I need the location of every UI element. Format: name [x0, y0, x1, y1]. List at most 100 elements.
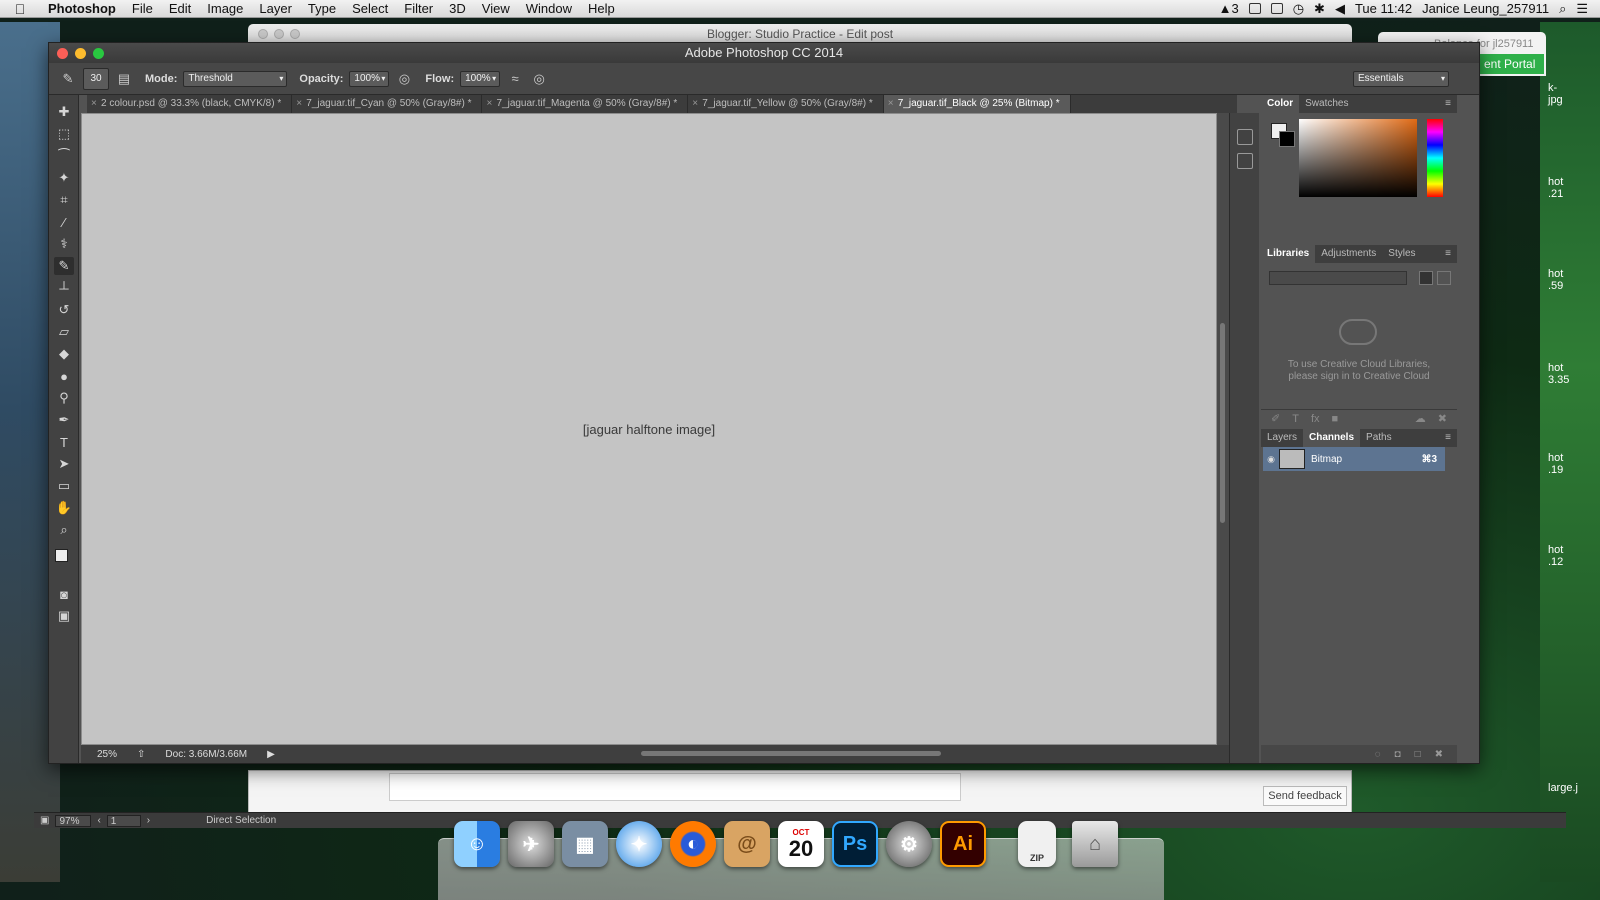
- text-style-icon[interactable]: T: [1292, 413, 1299, 425]
- channel-row-bitmap[interactable]: ◉ Bitmap ⌘3: [1263, 447, 1445, 471]
- marquee-tool-icon[interactable]: ⬚: [54, 125, 74, 143]
- dropbox-icon[interactable]: [1270, 3, 1283, 14]
- menu-image[interactable]: Image: [199, 1, 251, 16]
- eyedropper-tool-icon[interactable]: ⁄: [54, 213, 74, 231]
- send-feedback-button[interactable]: Send feedback: [1263, 786, 1347, 806]
- hue-slider[interactable]: [1427, 119, 1443, 197]
- eraser-tool-icon[interactable]: ▱: [54, 323, 74, 341]
- add-color-icon[interactable]: ■: [1332, 413, 1339, 425]
- paint-bucket-tool-icon[interactable]: ◆: [54, 345, 74, 363]
- tab-jaguar-black[interactable]: × 7_jaguar.tif_Black @ 25% (Bitmap) *: [883, 95, 1071, 113]
- zoom-icon[interactable]: [93, 48, 104, 59]
- menubar-clock[interactable]: Tue 11:42: [1355, 1, 1412, 16]
- trash-icon[interactable]: ⌂: [1072, 821, 1118, 867]
- library-select[interactable]: [1269, 271, 1407, 285]
- tab-jaguar-yellow[interactable]: × 7_jaguar.tif_Yellow @ 50% (Gray/8#) *: [688, 95, 884, 113]
- delete-channel-icon[interactable]: ✖: [1435, 749, 1443, 760]
- artboard-nav-icon[interactable]: ▣: [40, 815, 49, 826]
- brush-panel-icon[interactable]: ▤: [115, 70, 133, 88]
- blur-tool-icon[interactable]: ●: [54, 367, 74, 385]
- adobe-cc-icon[interactable]: ▲3: [1219, 1, 1239, 16]
- close-tab-icon[interactable]: ×: [296, 95, 302, 113]
- quick-mask-icon[interactable]: ◙: [54, 585, 74, 603]
- workspace-select[interactable]: Essentials ▾: [1353, 70, 1449, 87]
- history-brush-tool-icon[interactable]: ↺: [54, 301, 74, 319]
- tab-jaguar-magenta[interactable]: × 7_jaguar.tif_Magenta @ 50% (Gray/8#) *: [482, 95, 689, 113]
- scroll-thumb[interactable]: [1220, 323, 1225, 523]
- close-icon[interactable]: [57, 48, 68, 59]
- volume-icon[interactable]: ◀: [1335, 1, 1345, 17]
- brush-size-picker[interactable]: 30: [83, 67, 109, 90]
- document-canvas[interactable]: [jaguar halftone image]: [81, 113, 1217, 745]
- menu-file[interactable]: File: [124, 1, 161, 16]
- blogger-input[interactable]: [389, 773, 961, 801]
- menu-window[interactable]: Window: [518, 1, 580, 16]
- clone-stamp-tool-icon[interactable]: ┴: [54, 279, 74, 297]
- tab-channels[interactable]: Channels: [1303, 429, 1361, 447]
- vertical-scrollbar[interactable]: [1217, 113, 1229, 745]
- close-tab-icon[interactable]: ×: [692, 95, 698, 113]
- menu-select[interactable]: Select: [344, 1, 396, 16]
- menu-view[interactable]: View: [474, 1, 518, 16]
- horizontal-scroll-thumb[interactable]: [641, 751, 941, 756]
- crop-tool-icon[interactable]: ⌗: [54, 191, 74, 209]
- menu-app-name[interactable]: Photoshop: [40, 1, 124, 16]
- ai-page-field[interactable]: 1: [106, 814, 141, 827]
- menu-edit[interactable]: Edit: [161, 1, 199, 16]
- close-tab-icon[interactable]: ×: [91, 95, 97, 113]
- minimize-icon[interactable]: [274, 29, 284, 39]
- tab-libraries[interactable]: Libraries: [1261, 245, 1316, 263]
- tab-layers[interactable]: Layers: [1261, 429, 1303, 447]
- status-menu-arrow-icon[interactable]: ▶: [267, 749, 275, 760]
- new-channel-icon[interactable]: □: [1415, 749, 1421, 760]
- tab-paths[interactable]: Paths: [1360, 429, 1398, 447]
- healing-brush-tool-icon[interactable]: ⚕: [54, 235, 74, 253]
- panel-menu-icon[interactable]: ≡: [1445, 95, 1457, 113]
- brush-tool-icon[interactable]: ✎: [54, 257, 74, 275]
- calendar-icon[interactable]: OCT 20: [778, 821, 824, 867]
- zoom-icon[interactable]: [290, 29, 300, 39]
- pressure-opacity-icon[interactable]: ◎: [395, 70, 413, 88]
- menu-help[interactable]: Help: [580, 1, 623, 16]
- background-color-swatch[interactable]: [1279, 131, 1295, 147]
- apple-menu-icon[interactable]: : [0, 1, 40, 17]
- path-selection-tool-icon[interactable]: ➤: [54, 455, 74, 473]
- minimize-icon[interactable]: [75, 48, 86, 59]
- launchpad-icon[interactable]: ✈: [508, 821, 554, 867]
- character-style-icon[interactable]: ✐: [1271, 412, 1280, 425]
- finder-icon[interactable]: ☺: [454, 821, 500, 867]
- hand-tool-icon[interactable]: ✋: [54, 499, 74, 517]
- close-tab-icon[interactable]: ×: [888, 95, 894, 113]
- panel-menu-icon[interactable]: ≡: [1445, 245, 1457, 263]
- properties-panel-icon[interactable]: [1237, 153, 1253, 169]
- rectangle-tool-icon[interactable]: ▭: [54, 477, 74, 495]
- status-zoom[interactable]: 25%: [97, 749, 117, 760]
- illustrator-icon[interactable]: Ai: [940, 821, 986, 867]
- visibility-eye-icon[interactable]: ◉: [1263, 454, 1279, 465]
- color-swatches-icon[interactable]: [54, 547, 74, 577]
- spotlight-icon[interactable]: ⌕: [1559, 1, 1566, 17]
- tab-color[interactable]: Color: [1261, 95, 1300, 113]
- tab-styles[interactable]: Styles: [1382, 245, 1421, 263]
- ai-zoom-field[interactable]: 97%: [55, 814, 92, 827]
- tab-jaguar-cyan[interactable]: × 7_jaguar.tif_Cyan @ 50% (Gray/8#) *: [292, 95, 483, 113]
- menu-layer[interactable]: Layer: [251, 1, 300, 16]
- firefox-icon[interactable]: ◐: [670, 821, 716, 867]
- tab-adjustments[interactable]: Adjustments: [1315, 245, 1382, 263]
- panel-menu-icon[interactable]: ≡: [1445, 429, 1457, 447]
- tab-swatches[interactable]: Swatches: [1299, 95, 1354, 113]
- close-icon[interactable]: [258, 29, 268, 39]
- zip-file-icon[interactable]: ZIP: [1018, 821, 1056, 867]
- save-selection-icon[interactable]: ◘: [1395, 749, 1401, 760]
- bluetooth-icon[interactable]: ✱: [1314, 1, 1325, 17]
- lasso-tool-icon[interactable]: ⁀: [54, 147, 74, 165]
- flow-field[interactable]: 100% ▾: [460, 70, 501, 87]
- pressure-size-icon[interactable]: ◎: [530, 70, 548, 88]
- brush-tool-preset-icon[interactable]: ✎: [59, 70, 77, 88]
- next-artboard-icon[interactable]: ›: [147, 815, 150, 826]
- ps-title-bar[interactable]: Adobe Photoshop CC 2014: [49, 43, 1479, 63]
- photo-browser-icon[interactable]: ▦: [562, 821, 608, 867]
- photoshop-icon[interactable]: Ps: [832, 821, 878, 867]
- pen-tool-icon[interactable]: ✒: [54, 411, 74, 429]
- portal-button[interactable]: ent Portal: [1478, 54, 1544, 74]
